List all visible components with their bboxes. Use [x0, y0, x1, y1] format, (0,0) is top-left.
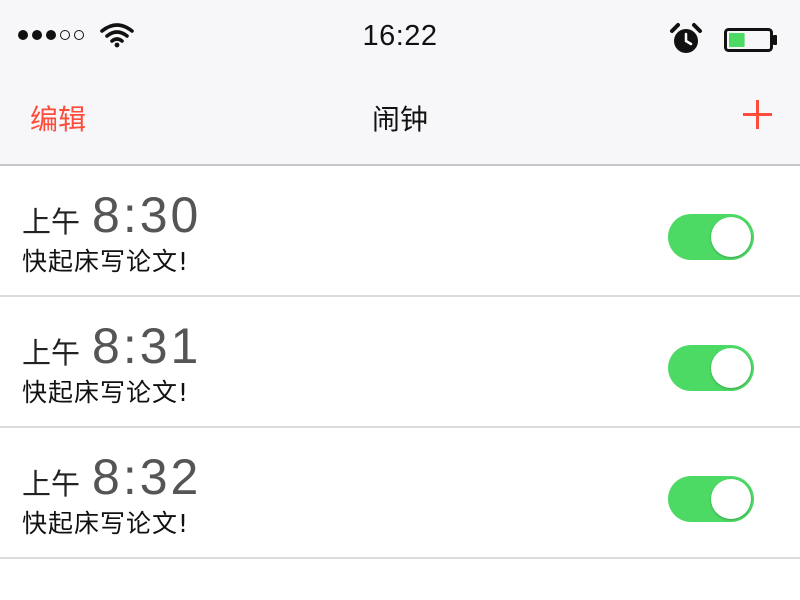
alarm-time-line: 上午 8:32	[22, 448, 201, 506]
add-alarm-button[interactable]	[738, 94, 778, 134]
alarm-list: 上午 8:30 快起床写论文! 上午 8:31 快起床写论文! 上午 8:32 …	[0, 166, 800, 559]
page-title: 闹钟	[371, 103, 428, 136]
alarm-time-line: 上午 8:30	[22, 186, 201, 244]
alarm-time: 8:30	[92, 187, 202, 243]
alarm-row[interactable]: 上午 8:32 快起床写论文!	[0, 428, 800, 559]
alarm-toggle[interactable]	[668, 214, 754, 260]
alarm-label: 快起床写论文!	[22, 247, 190, 276]
alarm-toggle[interactable]	[668, 345, 754, 391]
alarm-label: 快起床写论文!	[22, 378, 190, 407]
alarm-row[interactable]: 上午 8:30 快起床写论文!	[0, 166, 800, 297]
battery-icon	[724, 28, 777, 52]
alarm-time-line: 上午 8:31	[22, 317, 201, 375]
alarm-time: 8:32	[92, 449, 202, 505]
alarm-label: 快起床写论文!	[22, 509, 190, 538]
toggle-knob	[711, 479, 751, 519]
alarm-period: 上午	[22, 336, 81, 370]
alarm-clock-icon	[670, 23, 702, 53]
alarm-toggle[interactable]	[668, 476, 754, 522]
alarm-row[interactable]: 上午 8:31 快起床写论文!	[0, 297, 800, 428]
alarm-time: 8:31	[92, 318, 202, 374]
toggle-knob	[711, 348, 751, 388]
toggle-knob	[711, 217, 751, 257]
alarm-period: 上午	[22, 205, 81, 239]
nav-bar: 编辑 闹钟	[0, 76, 800, 166]
status-bar: 16:22	[0, 0, 800, 76]
alarm-period: 上午	[22, 467, 81, 501]
